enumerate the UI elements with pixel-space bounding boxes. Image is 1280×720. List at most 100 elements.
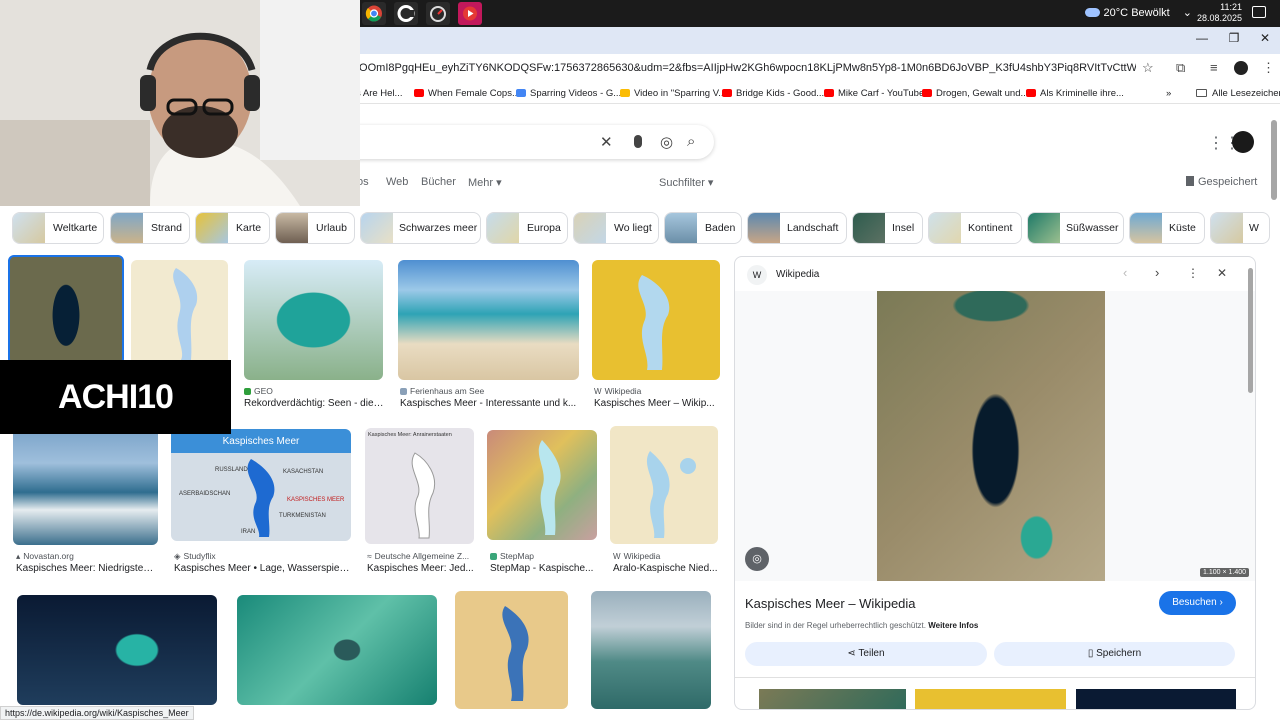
speedtest-icon[interactable]: [426, 2, 450, 25]
search-icon[interactable]: ⌕: [687, 133, 695, 150]
lens-search-icon[interactable]: ◎: [745, 547, 769, 571]
result-image-bloom[interactable]: [237, 595, 437, 705]
account-avatar[interactable]: [1232, 131, 1254, 153]
geo-icon: [244, 388, 251, 395]
prev-icon[interactable]: ‹: [1123, 265, 1127, 280]
mic-icon[interactable]: [634, 135, 642, 148]
bookmark-icon: ▯: [1087, 648, 1094, 659]
result-source: Ferienhaus am See: [400, 386, 484, 396]
chip-urlaub[interactable]: Urlaub: [275, 212, 355, 244]
chip-strand[interactable]: Strand: [110, 212, 190, 244]
bookmark-item[interactable]: Mike Carf - YouTube: [824, 88, 924, 99]
chip-insel[interactable]: Insel: [852, 212, 923, 244]
more-options-icon[interactable]: ⋮: [1187, 266, 1199, 280]
search-box[interactable]: ✕ ◎ ⌕: [300, 125, 714, 159]
share-button[interactable]: ⋖ Teilen: [745, 642, 987, 666]
next-icon[interactable]: ›: [1155, 265, 1159, 280]
related-image[interactable]: [915, 689, 1066, 709]
restore-icon[interactable]: ❐: [1222, 31, 1246, 45]
result-title[interactable]: Kaspisches Meer - Interessante und k...: [400, 398, 578, 409]
related-image[interactable]: [759, 689, 906, 709]
result-image-studyflix[interactable]: Kaspisches Meer RUSSLAND KASACHSTAN ASER…: [171, 429, 351, 541]
all-bookmarks[interactable]: Alle Lesezeichen: [1196, 88, 1280, 99]
result-image-map2[interactable]: [455, 591, 568, 709]
search-filter[interactable]: Suchfilter ▾: [659, 176, 713, 189]
result-image-wikimap[interactable]: [592, 260, 720, 380]
chip-more[interactable]: W: [1210, 212, 1270, 244]
result-image-port[interactable]: [591, 591, 711, 709]
weather-widget[interactable]: 20°C Bewölkt ⌄: [1085, 6, 1192, 19]
status-url: https://de.wikipedia.org/wiki/Kaspisches…: [0, 706, 194, 720]
close-window-icon[interactable]: ✕: [1253, 31, 1277, 45]
more-info-link[interactable]: Weitere Infos: [928, 621, 978, 630]
result-title[interactable]: Rekordverdächtig: Seen - die ...: [244, 398, 384, 409]
bookmark-item[interactable]: Sparring Videos - G...: [516, 88, 621, 99]
lens-icon[interactable]: ◎: [660, 133, 673, 151]
panel-scrollbar[interactable]: [1248, 268, 1253, 393]
media-icon[interactable]: ≡: [1210, 60, 1218, 75]
profile-avatar[interactable]: [1234, 61, 1248, 75]
extensions-icon[interactable]: ⧉: [1176, 60, 1185, 76]
ccleaner-icon[interactable]: [394, 2, 418, 25]
youtube-app-icon[interactable]: [458, 2, 482, 25]
preview-image[interactable]: [877, 291, 1105, 581]
chip-weltkarte[interactable]: Weltkarte: [12, 212, 104, 244]
bookmark-item[interactable]: Bridge Kids - Good...: [722, 88, 824, 99]
chip-suesswasser[interactable]: Süßwasser: [1027, 212, 1124, 244]
chrome-icon[interactable]: [362, 2, 386, 25]
notification-icon[interactable]: [1252, 6, 1266, 18]
result-image-aralo[interactable]: [610, 426, 718, 544]
person-silhouette: [0, 0, 360, 206]
result-image-map[interactable]: [131, 260, 228, 365]
chip-karte[interactable]: Karte: [195, 212, 270, 244]
result-image-selected[interactable]: [8, 255, 124, 365]
youtube-icon: [722, 89, 732, 97]
page-scrollbar[interactable]: [1271, 120, 1277, 200]
result-title[interactable]: Kaspisches Meer – Wikip...: [594, 398, 719, 409]
related-image[interactable]: [1076, 689, 1236, 709]
visit-button[interactable]: Besuchen ›: [1159, 591, 1236, 615]
saved-link[interactable]: Gespeichert: [1186, 176, 1257, 188]
result-image-novastan[interactable]: [13, 428, 158, 545]
chip-kueste[interactable]: Küste: [1129, 212, 1205, 244]
bookmark-item[interactable]: When Female Cops...: [414, 88, 520, 99]
chevron-up-icon[interactable]: ⌄: [1183, 7, 1192, 19]
result-title[interactable]: Kaspisches Meer: Niedrigster ...: [16, 563, 156, 574]
clock[interactable]: 11:21 28.08.2025: [1197, 2, 1242, 24]
bookmark-item[interactable]: Als Kriminelle ihre...: [1026, 88, 1124, 99]
chip-baden[interactable]: Baden: [664, 212, 742, 244]
url-field[interactable]: fOOmI8PgqHEu_eyhZiTY6NKODQSFw:1756372865…: [356, 62, 1136, 74]
bookmarks-overflow-icon[interactable]: »: [1166, 88, 1171, 99]
tab-books[interactable]: Bücher: [421, 176, 456, 188]
bookmark-item[interactable]: Video in "Sparring V...: [620, 88, 726, 99]
tab-more[interactable]: Mehr ▾: [468, 176, 502, 189]
result-image-daz[interactable]: Kaspisches Meer: Anrainerstaaten: [365, 428, 474, 544]
map-label: TURKMENISTAN: [279, 513, 326, 519]
result-title[interactable]: Kaspisches Meer • Lage, Wasserspieg...: [174, 563, 352, 574]
result-image-night[interactable]: [17, 595, 217, 705]
result-title[interactable]: StepMap - Kaspische...: [490, 563, 598, 574]
chip-kontinent[interactable]: Kontinent: [928, 212, 1022, 244]
minimize-icon[interactable]: —: [1190, 31, 1214, 45]
result-image-geo[interactable]: [244, 260, 383, 380]
panel-title[interactable]: Kaspisches Meer – Wikipedia: [745, 596, 916, 611]
tab-web[interactable]: Web: [386, 176, 408, 188]
panel-source[interactable]: Wikipedia: [776, 269, 819, 280]
result-title[interactable]: Aralo-Kaspische Nied...: [613, 563, 719, 574]
chip-wo-liegt[interactable]: Wo liegt: [573, 212, 659, 244]
chip-schwarzes-meer[interactable]: Schwarzes meer: [360, 212, 481, 244]
chip-landschaft[interactable]: Landschaft: [747, 212, 847, 244]
clear-icon[interactable]: ✕: [600, 133, 613, 151]
close-panel-icon[interactable]: ✕: [1217, 266, 1227, 280]
result-image-stepmap[interactable]: [487, 430, 597, 540]
result-title[interactable]: Kaspisches Meer: Jed...: [367, 563, 475, 574]
bookmark-item[interactable]: Drogen, Gewalt und...: [922, 88, 1028, 99]
menu-kebab-icon[interactable]: ⋮: [1262, 60, 1275, 76]
bookmark-star-icon[interactable]: ☆: [1142, 60, 1154, 76]
result-source: W Wikipedia: [613, 551, 661, 561]
save-button[interactable]: ▯ Speichern: [994, 642, 1235, 666]
bookmark-item[interactable]: s Are Hel...: [356, 88, 402, 99]
result-source: GEO: [244, 386, 273, 396]
result-image-beach[interactable]: [398, 260, 579, 380]
chip-europa[interactable]: Europa: [486, 212, 568, 244]
